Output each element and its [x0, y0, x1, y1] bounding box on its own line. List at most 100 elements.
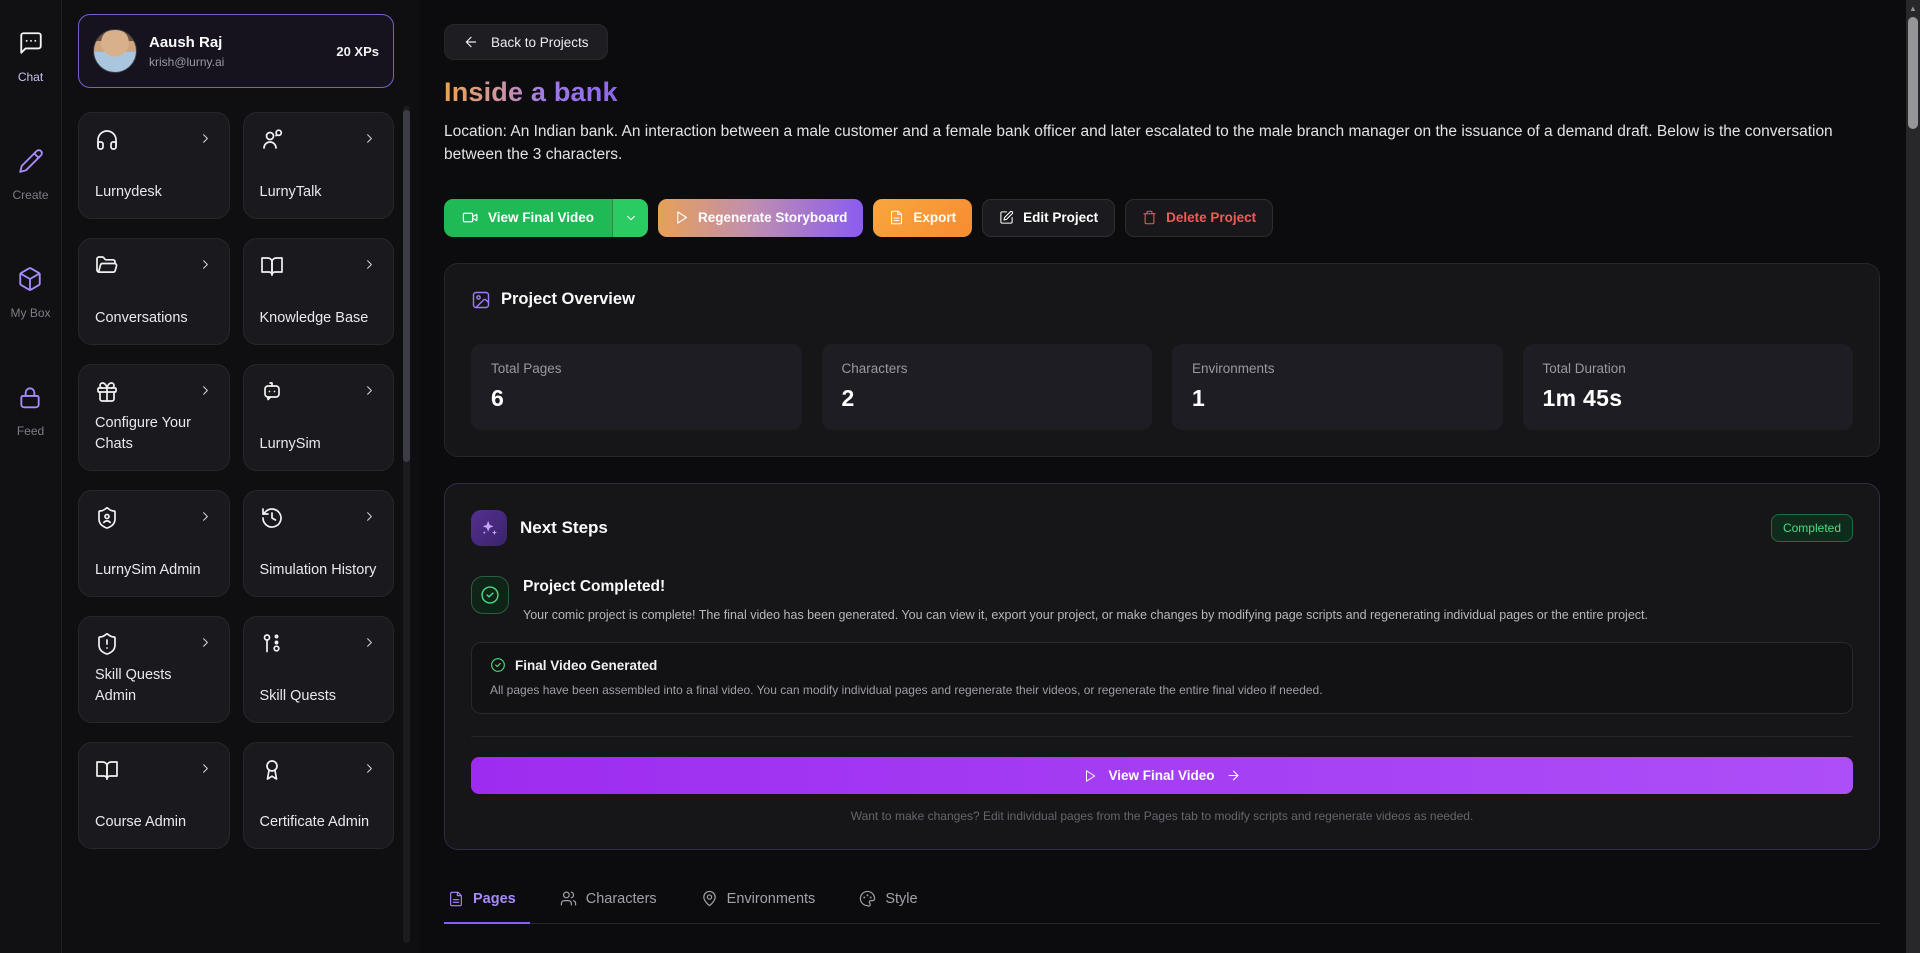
chevron-right-icon — [362, 131, 377, 146]
history-clock-icon — [260, 506, 284, 530]
page-scrollbar-thumb[interactable] — [1908, 17, 1918, 129]
sidebar-item-label: Lurnydesk — [95, 182, 213, 203]
sidebar-item-lurnysim-admin[interactable]: LurnySim Admin — [78, 490, 230, 597]
scroll-up-arrow[interactable]: ▲ — [1906, 4, 1920, 13]
folder-open-icon — [95, 254, 119, 278]
sidebar-item-certificate-admin[interactable]: Certificate Admin — [243, 742, 395, 849]
user-chat-icon — [260, 128, 284, 152]
image-icon — [471, 290, 491, 310]
chevron-right-icon — [362, 383, 377, 398]
chevron-down-icon — [624, 211, 638, 225]
view-final-video-primary-button[interactable]: View Final Video — [471, 757, 1853, 794]
delete-project-label: Delete Project — [1166, 210, 1256, 225]
sidebar-item-skill-quests-admin[interactable]: Skill Quests Admin — [78, 616, 230, 723]
delete-project-button[interactable]: Delete Project — [1125, 199, 1273, 237]
shield-user-icon — [95, 506, 119, 530]
xp-badge: 20 XPs — [336, 44, 379, 59]
user-name: Aaush Raj — [149, 34, 324, 51]
edit-project-label: Edit Project — [1023, 210, 1098, 225]
back-to-projects-button[interactable]: Back to Projects — [444, 24, 608, 60]
sidebar-item-label: Skill Quests Admin — [95, 665, 213, 707]
user-profile-card[interactable]: Aaush Raj krish@lurny.ai 20 XPs — [78, 14, 394, 88]
milestone-icon — [260, 632, 284, 656]
tab-characters[interactable]: Characters — [556, 884, 671, 924]
sidebar-item-skill-quests[interactable]: Skill Quests — [243, 616, 395, 723]
rail-item-create[interactable]: Create — [12, 148, 48, 202]
chevron-right-icon — [198, 257, 213, 272]
chevron-right-icon — [198, 383, 213, 398]
chevron-right-icon — [362, 257, 377, 272]
sidebar-item-conversations[interactable]: Conversations — [78, 238, 230, 345]
play-icon — [674, 210, 689, 225]
completed-description: Your comic project is complete! The fina… — [523, 606, 1648, 625]
next-steps-title: Next Steps — [520, 518, 608, 538]
page-scrollbar[interactable]: ▲ — [1906, 0, 1920, 953]
regenerate-storyboard-button[interactable]: Regenerate Storyboard — [658, 199, 863, 237]
sidebar-item-lurnytalk[interactable]: LurnyTalk — [243, 112, 395, 219]
export-label: Export — [913, 210, 956, 225]
sidebar-scrollbar-thumb[interactable] — [403, 110, 410, 462]
chevron-right-icon — [362, 509, 377, 524]
book-open-icon — [95, 758, 119, 782]
arrow-right-icon — [1226, 768, 1241, 783]
stat-total-pages: Total Pages 6 — [471, 344, 802, 430]
sidebar-item-label: LurnyTalk — [260, 182, 378, 203]
final-video-generated-box: Final Video Generated All pages have bee… — [471, 642, 1853, 714]
sidebar: Aaush Raj krish@lurny.ai 20 XPs Lurnydes… — [62, 0, 420, 953]
sidebar-item-label: Conversations — [95, 308, 213, 329]
view-final-video-label: View Final Video — [488, 210, 594, 225]
sidebar-scrollbar[interactable] — [403, 106, 410, 943]
sidebar-item-knowledge-base[interactable]: Knowledge Base — [243, 238, 395, 345]
nav-rail: Chat Create My Box Feed — [0, 0, 62, 953]
headphones-icon — [95, 128, 119, 152]
sidebar-card-grid: Lurnydesk LurnyTalk Conversations Knowle… — [78, 112, 394, 849]
shield-alert-icon — [95, 632, 119, 656]
cube-icon — [17, 266, 43, 292]
sidebar-item-label: LurnySim — [260, 434, 378, 455]
file-text-icon — [889, 210, 904, 225]
play-icon — [1083, 769, 1097, 783]
edit-project-button[interactable]: Edit Project — [982, 199, 1115, 237]
view-final-video-label: View Final Video — [1108, 768, 1214, 783]
sidebar-item-lurnysim[interactable]: LurnySim — [243, 364, 395, 471]
chevron-right-icon — [362, 761, 377, 776]
check-circle-icon — [471, 576, 509, 614]
sidebar-item-simulation-history[interactable]: Simulation History — [243, 490, 395, 597]
map-pin-icon — [701, 890, 718, 907]
file-icon — [448, 891, 464, 907]
rail-item-my-box[interactable]: My Box — [10, 266, 50, 320]
sidebar-item-label: Knowledge Base — [260, 308, 378, 329]
tab-style[interactable]: Style — [855, 884, 931, 924]
hint-text: Want to make changes? Edit individual pa… — [471, 809, 1853, 823]
completed-block: Project Completed! Your comic project is… — [523, 576, 1648, 625]
back-label: Back to Projects — [491, 35, 589, 50]
user-meta: Aaush Raj krish@lurny.ai — [149, 34, 324, 69]
sidebar-item-label: Configure Your Chats — [95, 413, 213, 455]
stat-label: Total Duration — [1543, 361, 1834, 376]
sidebar-item-label: Simulation History — [260, 560, 378, 581]
tab-label: Characters — [586, 891, 657, 907]
rail-label: Feed — [17, 424, 44, 438]
chevron-right-icon — [198, 509, 213, 524]
stat-label: Total Pages — [491, 361, 782, 376]
tab-label: Pages — [473, 891, 516, 907]
stat-environments: Environments 1 — [1172, 344, 1503, 430]
basket-icon — [17, 384, 43, 410]
sidebar-item-lurnydesk[interactable]: Lurnydesk — [78, 112, 230, 219]
chevron-right-icon — [362, 635, 377, 650]
tab-environments[interactable]: Environments — [697, 884, 830, 924]
rail-item-chat[interactable]: Chat — [18, 30, 44, 84]
overview-stats: Total Pages 6 Characters 2 Environments … — [471, 344, 1853, 430]
chevron-right-icon — [198, 131, 213, 146]
view-final-video-button[interactable]: View Final Video — [444, 199, 612, 237]
stat-label: Characters — [842, 361, 1133, 376]
sidebar-item-course-admin[interactable]: Course Admin — [78, 742, 230, 849]
tab-pages[interactable]: Pages — [444, 885, 530, 924]
completed-title: Project Completed! — [523, 576, 1648, 596]
rail-item-feed[interactable]: Feed — [17, 384, 44, 438]
sidebar-item-configure-your-chats[interactable]: Configure Your Chats — [78, 364, 230, 471]
export-button[interactable]: Export — [873, 199, 972, 237]
view-final-video-dropdown[interactable] — [612, 199, 648, 237]
regenerate-storyboard-label: Regenerate Storyboard — [698, 210, 847, 225]
sparkles-icon — [471, 510, 507, 546]
